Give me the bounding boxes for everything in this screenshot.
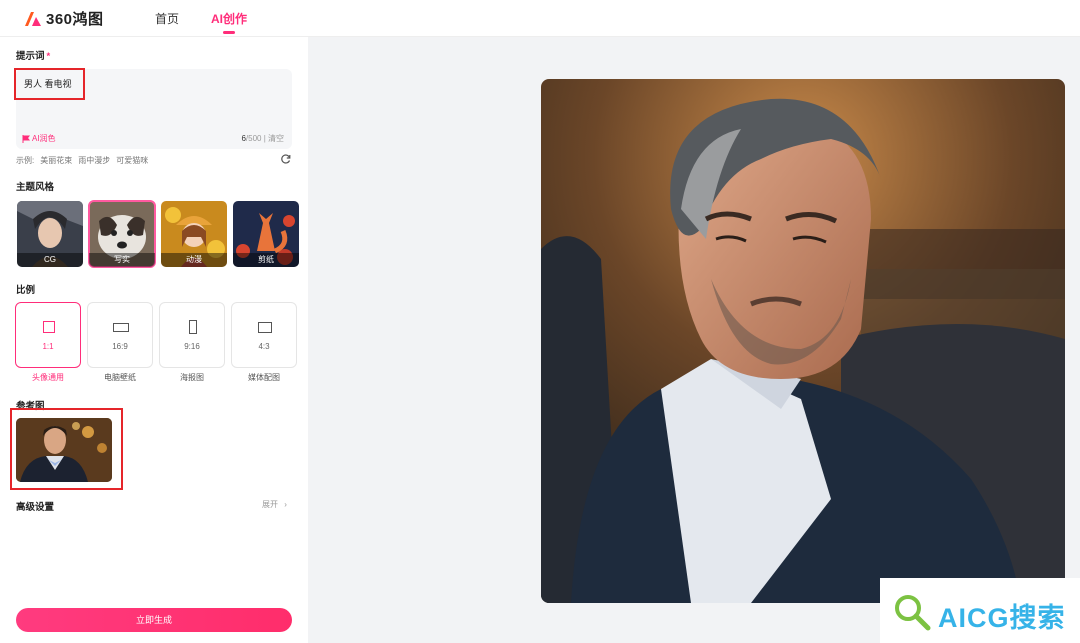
example-item[interactable]: 可爱猫咪 <box>116 155 148 166</box>
examples-prefix: 示例: <box>16 156 35 165</box>
ratio-caption: 媒体配图 <box>248 373 280 382</box>
landscape-icon <box>258 322 272 333</box>
chevron-right-icon: › <box>284 500 287 509</box>
ai-polish-button[interactable]: AI润色 <box>22 133 56 144</box>
ratio-value: 9:16 <box>184 342 200 351</box>
ratio-option-1-1[interactable]: 1:1 <box>15 302 81 368</box>
ratio-caption: 电脑壁纸 <box>104 373 136 382</box>
ratio-value: 1:1 <box>42 342 54 351</box>
required-mark: * <box>46 51 51 62</box>
logo[interactable]: 360鸿图 <box>24 8 104 29</box>
ratio-option-4-3[interactable]: 4:3 <box>231 302 297 368</box>
ratio-caption: 头像通用 <box>32 373 64 382</box>
ratio-option-9-16[interactable]: 9:16 <box>159 302 225 368</box>
main-nav: 首页 AI创作 <box>155 10 247 27</box>
style-caption: 动漫 <box>161 253 227 267</box>
ratio-value: 4:3 <box>258 342 270 351</box>
examples-row: 示例: 美丽花束 雨中漫步 可爱猫咪 <box>16 155 148 166</box>
nav-home[interactable]: 首页 <box>155 10 179 27</box>
settings-panel: 提示词 * 男人 看电视 AI润色 6/500 | 清空 示例: 美丽花束 雨中漫… <box>0 37 308 643</box>
style-caption: CG <box>17 253 83 267</box>
generated-image[interactable] <box>541 79 1065 603</box>
style-caption: 写实 <box>89 253 155 267</box>
logo-mark-icon <box>25 11 41 26</box>
clear-button[interactable]: 清空 <box>268 134 284 143</box>
search-magnifier-icon <box>895 595 931 631</box>
ratio-value: 16:9 <box>112 342 128 351</box>
style-caption: 剪纸 <box>233 253 299 267</box>
style-card-papercut[interactable]: 剪纸 <box>233 201 299 267</box>
refresh-icon[interactable] <box>281 154 291 164</box>
ratio-caption: 海报图 <box>180 373 204 382</box>
square-icon <box>43 321 55 333</box>
advanced-settings-label[interactable]: 高级设置 <box>16 499 54 513</box>
nav-ai-create[interactable]: AI创作 <box>211 10 247 27</box>
style-label: 主题风格 <box>16 182 55 193</box>
example-item[interactable]: 美丽花束 <box>40 155 72 166</box>
ratio-option-16-9[interactable]: 16:9 <box>87 302 153 368</box>
watermark-text: AICG搜索 <box>938 603 1066 633</box>
char-counter: 6/500 | 清空 <box>241 134 284 143</box>
watermark: AICG搜索 <box>880 578 1080 643</box>
brand-name: 360鸿图 <box>46 11 104 28</box>
flag-icon <box>22 134 30 143</box>
example-item[interactable]: 雨中漫步 <box>78 155 110 166</box>
expand-toggle[interactable]: 展开 › <box>262 499 287 510</box>
style-card-cg[interactable]: CG <box>17 201 83 267</box>
generate-button[interactable]: 立即生成 <box>16 608 292 632</box>
landscape-icon <box>113 323 129 332</box>
generated-portrait <box>541 79 1065 603</box>
style-card-realistic[interactable]: 写实 <box>88 200 156 268</box>
highlight-box-prompt <box>14 68 85 100</box>
ratio-label: 比例 <box>16 285 36 296</box>
prompt-label: 提示词 * <box>16 51 51 62</box>
top-bar: 360鸿图 首页 AI创作 <box>0 0 1080 37</box>
style-card-anime[interactable]: 动漫 <box>161 201 227 267</box>
highlight-box-reference <box>10 408 123 490</box>
portrait-icon <box>189 320 197 334</box>
